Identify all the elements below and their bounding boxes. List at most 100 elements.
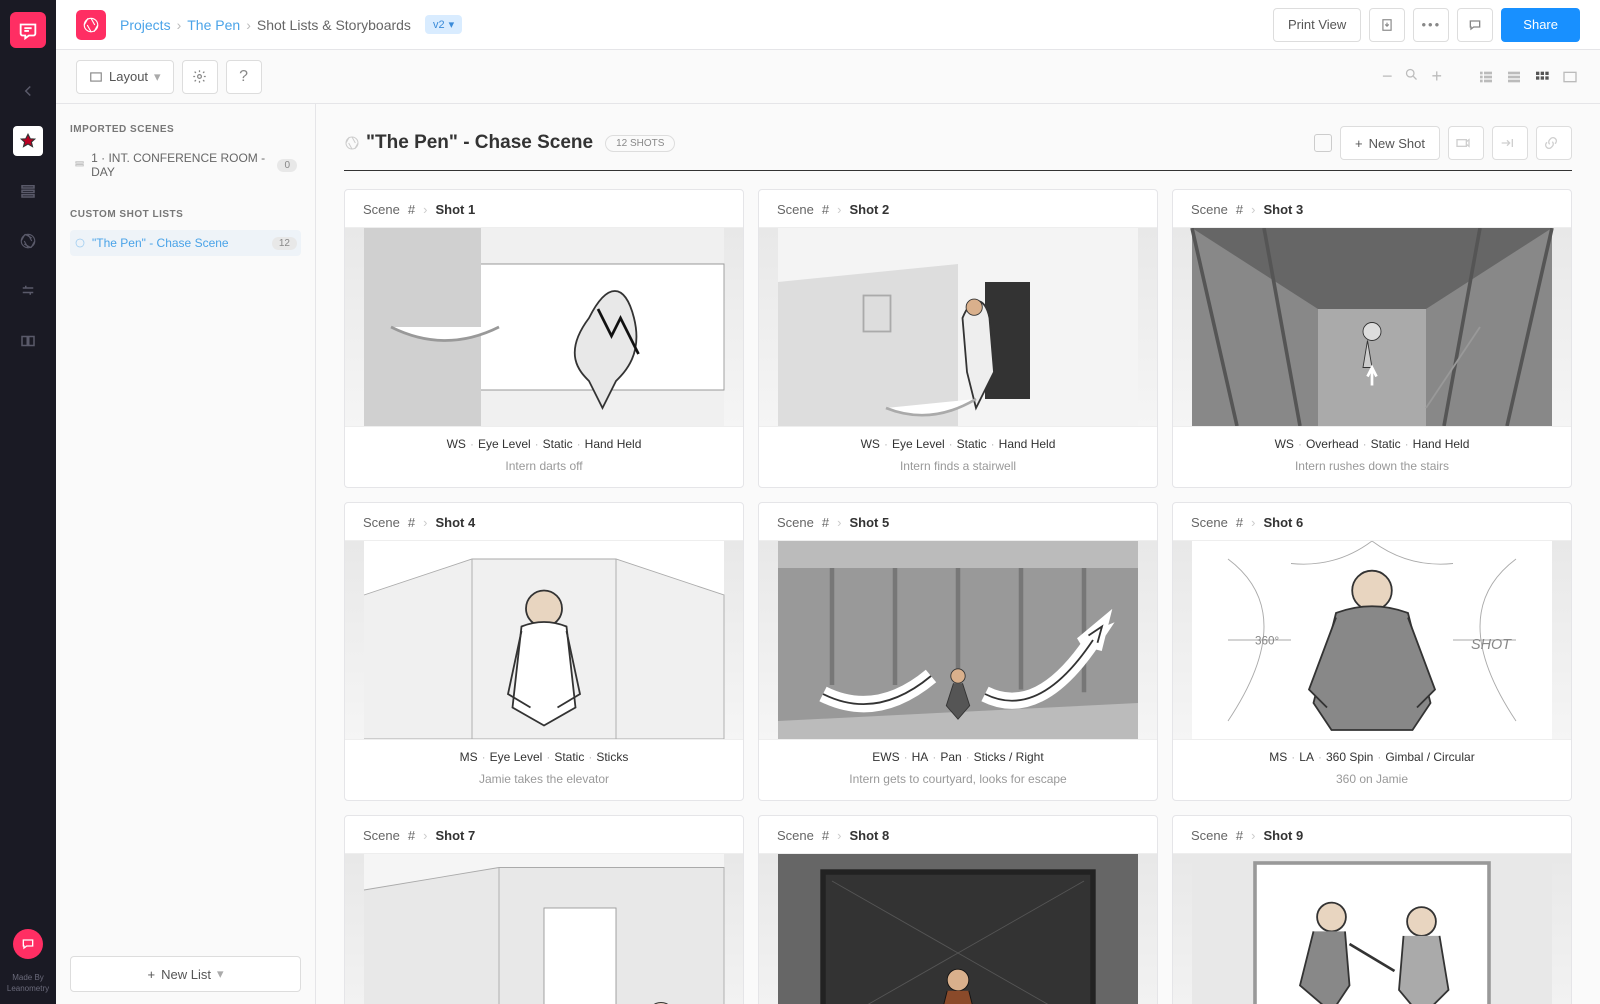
shot-thumbnail[interactable]: SHOT360° [1173, 540, 1571, 740]
sidebar-count-badge: 0 [277, 159, 297, 172]
sidebar-item-label: "The Pen" - Chase Scene [92, 236, 229, 250]
svg-text:360°: 360° [1255, 635, 1279, 648]
shot-tags: WS·Eye Level·Static·Hand Held [759, 427, 1157, 455]
rail-storyboard-icon[interactable] [13, 126, 43, 156]
chevron-down-icon: ▾ [154, 69, 161, 85]
page-title: "The Pen" - Chase Scene [366, 132, 593, 154]
chevron-right-icon: › [246, 17, 251, 33]
sidebar-imported-heading: IMPORTED SCENES [70, 124, 301, 135]
plus-icon: + [148, 967, 156, 982]
shot-card[interactable]: Scene#›Shot 1 WS·Eye Level·Static·Hand H… [344, 189, 744, 488]
shot-description: Intern finds a stairwell [759, 455, 1157, 487]
sidebar: IMPORTED SCENES 1 · INT. CONFERENCE ROOM… [56, 104, 316, 1004]
shot-thumbnail[interactable] [759, 853, 1157, 1004]
project-badge-icon[interactable] [76, 10, 106, 40]
shot-description: Intern gets to courtyard, looks for esca… [759, 768, 1157, 800]
chevron-right-icon: › [177, 17, 182, 33]
help-button[interactable]: ? [226, 60, 262, 94]
shot-thumbnail[interactable] [1173, 853, 1571, 1004]
version-selector[interactable]: v2 ▾ [425, 15, 462, 34]
shot-description: Jamie takes the elevator [345, 768, 743, 800]
sidebar-imported-scene[interactable]: 1 · INT. CONFERENCE ROOM - DAY 0 [70, 145, 301, 185]
rail-book-icon[interactable] [13, 326, 43, 356]
rail-list-icon[interactable] [13, 176, 43, 206]
aperture-icon [74, 237, 86, 249]
rail-sliders-icon[interactable] [13, 276, 43, 306]
shot-tags: WS·Overhead·Static·Hand Held [1173, 427, 1571, 455]
shot-card[interactable]: Scene#›Shot 2 WS·Eye Level·Static·Hand H… [758, 189, 1158, 488]
shot-card[interactable]: Scene#›Shot 5 EWS·HA·Pan·Sticks / Right … [758, 502, 1158, 801]
shot-card[interactable]: Scene#›Shot 3 WS·Overhead·Static·Hand He… [1172, 189, 1572, 488]
new-list-button[interactable]: + New List ▾ [70, 956, 301, 992]
insert-button[interactable] [1492, 126, 1528, 160]
shot-card[interactable]: Scene#›Shot 8 [758, 815, 1158, 1004]
new-shot-button[interactable]: +New Shot [1340, 126, 1440, 160]
topbar: Projects › The Pen › Shot Lists & Storyb… [56, 0, 1600, 50]
camera-button[interactable] [1448, 126, 1484, 160]
shot-card-header: Scene#›Shot 2 [759, 190, 1157, 227]
download-button[interactable] [1369, 8, 1405, 42]
settings-button[interactable] [182, 60, 218, 94]
shot-tags: WS·Eye Level·Static·Hand Held [345, 427, 743, 455]
crumb-page: Shot Lists & Storyboards [257, 17, 411, 33]
rail-back-icon[interactable] [13, 76, 43, 106]
zoom-in-icon[interactable]: + [1431, 66, 1442, 87]
view-full-icon[interactable] [1560, 68, 1580, 86]
sidebar-count-badge: 12 [272, 237, 297, 250]
scene-icon [74, 159, 85, 171]
crumb-project[interactable]: The Pen [187, 17, 240, 33]
comments-button[interactable] [1457, 8, 1493, 42]
shot-card-header: Scene#›Shot 6 [1173, 503, 1571, 540]
shot-description: Intern rushes down the stairs [1173, 455, 1571, 487]
layout-button[interactable]: Layout ▾ [76, 60, 174, 94]
sidebar-custom-list[interactable]: "The Pen" - Chase Scene 12 [70, 230, 301, 256]
link-button[interactable] [1536, 126, 1572, 160]
shot-thumbnail[interactable] [759, 540, 1157, 740]
select-all-checkbox[interactable] [1314, 134, 1332, 152]
shot-card-header: Scene#›Shot 3 [1173, 190, 1571, 227]
view-rows-icon[interactable] [1504, 68, 1524, 86]
shot-thumbnail[interactable] [345, 227, 743, 427]
shot-card[interactable]: Scene#›Shot 9 [1172, 815, 1572, 1004]
rail-credit: Made ByLeanometry [7, 973, 49, 994]
breadcrumb: Projects › The Pen › Shot Lists & Storyb… [120, 15, 462, 34]
sidebar-custom-heading: CUSTOM SHOT LISTS [70, 209, 301, 220]
shot-card[interactable]: Scene#›Shot 6 SHOT360° MS·LA·360 Spin·Gi… [1172, 502, 1572, 801]
content-area: "The Pen" - Chase Scene 12 SHOTS +New Sh… [316, 104, 1600, 1004]
shot-thumbnail[interactable] [345, 540, 743, 740]
shot-description: Intern darts off [345, 455, 743, 487]
shot-tags: MS·LA·360 Spin·Gimbal / Circular [1173, 740, 1571, 768]
shot-card-header: Scene#›Shot 9 [1173, 816, 1571, 853]
app-logo[interactable] [10, 12, 46, 48]
shot-thumbnail[interactable] [759, 227, 1157, 427]
plus-icon: + [1355, 136, 1363, 151]
shot-description: 360 on Jamie [1173, 768, 1571, 800]
shot-card[interactable]: Scene#›Shot 7 [344, 815, 744, 1004]
print-view-button[interactable]: Print View [1273, 8, 1361, 42]
crumb-projects[interactable]: Projects [120, 17, 171, 33]
shot-grid: Scene#›Shot 1 WS·Eye Level·Static·Hand H… [344, 189, 1572, 1004]
shot-card-header: Scene#›Shot 1 [345, 190, 743, 227]
shot-card-header: Scene#›Shot 8 [759, 816, 1157, 853]
shot-tags: MS·Eye Level·Static·Sticks [345, 740, 743, 768]
shot-thumbnail[interactable] [345, 853, 743, 1004]
shot-thumbnail[interactable] [1173, 227, 1571, 427]
chevron-down-icon: ▾ [217, 966, 224, 982]
shot-card-header: Scene#›Shot 7 [345, 816, 743, 853]
more-button[interactable]: ••• [1413, 8, 1449, 42]
shot-card[interactable]: Scene#›Shot 4 MS·Eye Level·Static·Sticks… [344, 502, 744, 801]
nav-rail: Made ByLeanometry [0, 0, 56, 1004]
zoom-search-icon[interactable] [1404, 66, 1419, 87]
shot-tags: EWS·HA·Pan·Sticks / Right [759, 740, 1157, 768]
shot-card-header: Scene#›Shot 4 [345, 503, 743, 540]
share-button[interactable]: Share [1501, 8, 1580, 42]
zoom-out-icon[interactable]: − [1382, 66, 1393, 87]
view-grid-icon[interactable] [1532, 68, 1552, 86]
view-list-icon[interactable] [1476, 68, 1496, 86]
chevron-down-icon: ▾ [449, 18, 455, 31]
shot-card-header: Scene#›Shot 5 [759, 503, 1157, 540]
rail-chat-icon[interactable] [13, 929, 43, 959]
rail-aperture-icon[interactable] [13, 226, 43, 256]
shot-count-badge: 12 SHOTS [605, 135, 675, 152]
toolbar: Layout ▾ ? − + [56, 50, 1600, 104]
